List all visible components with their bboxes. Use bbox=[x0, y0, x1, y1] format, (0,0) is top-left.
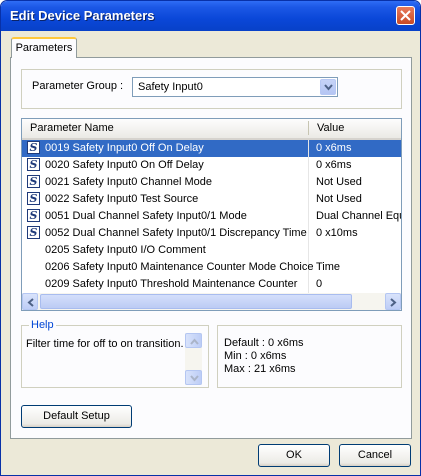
dropdown-button[interactable] bbox=[320, 79, 336, 95]
help-title: Help bbox=[29, 319, 56, 331]
parameter-name-cell: 0052 Dual Channel Safety Input0/1 Discre… bbox=[45, 227, 307, 239]
column-divider bbox=[308, 208, 309, 225]
scroll-up-button[interactable] bbox=[185, 333, 202, 348]
parameter-name-cell: 0019 Safety Input0 Off On Delay bbox=[45, 142, 204, 154]
table-header: Parameter Name Value bbox=[22, 119, 401, 140]
column-divider bbox=[308, 157, 309, 174]
parameter-table: Parameter Name Value S 0019 Safety Input0… bbox=[21, 118, 402, 311]
scroll-thumb[interactable] bbox=[40, 294, 352, 309]
ok-button[interactable]: OK bbox=[258, 444, 330, 467]
parameter-value-cell[interactable]: 0 bbox=[316, 278, 401, 290]
chevron-down-icon bbox=[324, 84, 333, 91]
parameter-value-cell[interactable]: Time bbox=[316, 261, 401, 273]
parameter-value-cell[interactable]: 0 x6ms bbox=[316, 159, 401, 171]
close-button[interactable] bbox=[396, 6, 415, 25]
table-row[interactable]: 0206 Safety Input0 Maintenance Counter M… bbox=[22, 259, 401, 276]
column-divider bbox=[308, 242, 309, 259]
parameter-value-cell[interactable]: Not Used bbox=[316, 193, 401, 205]
parameter-value-cell[interactable]: Not Used bbox=[316, 176, 401, 188]
table-row[interactable]: S 0052 Dual Channel Safety Input0/1 Discr… bbox=[22, 225, 401, 242]
arrow-up-icon bbox=[190, 338, 199, 345]
parameter-value-cell[interactable]: 0 x6ms bbox=[316, 142, 401, 154]
horizontal-scrollbar[interactable] bbox=[22, 293, 401, 310]
safety-icon: S bbox=[27, 158, 40, 171]
column-divider bbox=[308, 140, 309, 157]
table-row[interactable]: S 0019 Safety Input0 Off On Delay 0 x6ms bbox=[22, 140, 401, 157]
parameter-name-cell: 0209 Safety Input0 Threshold Maintenance… bbox=[45, 278, 298, 290]
arrow-right-icon bbox=[390, 298, 397, 307]
safety-icon: S bbox=[27, 226, 40, 239]
table-row[interactable]: S 0020 Safety Input0 On Off Delay 0 x6ms bbox=[22, 157, 401, 174]
parameter-name-cell: 0020 Safety Input0 On Off Delay bbox=[45, 159, 204, 171]
cancel-label: Cancel bbox=[357, 449, 393, 461]
close-icon bbox=[400, 10, 411, 21]
parameter-group-value: Safety Input0 bbox=[138, 81, 203, 93]
parameter-name-cell: 0022 Safety Input0 Test Source bbox=[45, 193, 199, 205]
column-divider bbox=[308, 174, 309, 191]
parameter-group-select[interactable]: Safety Input0 bbox=[132, 77, 338, 97]
parameter-name-cell: 0206 Safety Input0 Maintenance Counter M… bbox=[45, 261, 314, 273]
column-header-name[interactable]: Parameter Name bbox=[30, 122, 114, 134]
parameter-value-cell[interactable]: Dual Channel Equ bbox=[316, 210, 401, 222]
default-setup-label: Default Setup bbox=[43, 410, 110, 422]
parameters-panel: Parameter Group : Safety Input0 Paramete… bbox=[10, 57, 412, 439]
scroll-left-button[interactable] bbox=[22, 293, 38, 310]
safety-icon: S bbox=[27, 192, 40, 205]
safety-icon: S bbox=[27, 209, 40, 222]
tab-parameters[interactable]: Parameters bbox=[11, 37, 77, 58]
arrow-left-icon bbox=[27, 298, 34, 307]
help-frame bbox=[21, 325, 209, 388]
table-row[interactable]: 0209 Safety Input0 Threshold Maintenance… bbox=[22, 276, 401, 293]
parameter-value-cell[interactable]: 0 x10ms bbox=[316, 227, 401, 239]
parameter-group-label: Parameter Group : bbox=[32, 80, 124, 92]
parameter-name-cell: 0205 Safety Input0 I/O Comment bbox=[45, 244, 206, 256]
column-divider bbox=[308, 191, 309, 208]
default-value-text: Default : 0 x6ms bbox=[224, 337, 304, 349]
column-divider[interactable] bbox=[308, 121, 309, 135]
dialog-window: Edit Device Parameters Parameters Parame… bbox=[0, 0, 421, 476]
column-divider bbox=[308, 276, 309, 293]
min-value-text: Min : 0 x6ms bbox=[224, 350, 287, 362]
column-divider bbox=[308, 225, 309, 242]
table-row[interactable]: S 0022 Safety Input0 Test Source Not Used bbox=[22, 191, 401, 208]
help-scrollbar[interactable] bbox=[185, 333, 202, 385]
parameter-name-cell: 0051 Dual Channel Safety Input0/1 Mode bbox=[45, 210, 247, 222]
default-setup-button[interactable]: Default Setup bbox=[21, 405, 132, 428]
table-row[interactable]: S 0021 Safety Input0 Channel Mode Not Used bbox=[22, 174, 401, 191]
cancel-button[interactable]: Cancel bbox=[339, 444, 411, 467]
scroll-down-button[interactable] bbox=[185, 370, 202, 385]
parameter-name-cell: 0021 Safety Input0 Channel Mode bbox=[45, 176, 212, 188]
safety-icon: S bbox=[27, 175, 40, 188]
arrow-down-icon bbox=[190, 375, 199, 382]
table-row[interactable]: S 0051 Dual Channel Safety Input0/1 Mode D… bbox=[22, 208, 401, 225]
window-title: Edit Device Parameters bbox=[10, 8, 155, 23]
max-value-text: Max : 21 x6ms bbox=[224, 363, 296, 375]
help-text: Filter time for off to on transition. bbox=[26, 338, 184, 350]
scroll-right-button[interactable] bbox=[385, 293, 401, 310]
safety-icon: S bbox=[27, 141, 40, 154]
column-header-value[interactable]: Value bbox=[317, 122, 344, 134]
title-bar[interactable]: Edit Device Parameters bbox=[1, 1, 420, 31]
table-row[interactable]: 0205 Safety Input0 I/O Comment bbox=[22, 242, 401, 259]
ok-label: OK bbox=[286, 449, 302, 461]
